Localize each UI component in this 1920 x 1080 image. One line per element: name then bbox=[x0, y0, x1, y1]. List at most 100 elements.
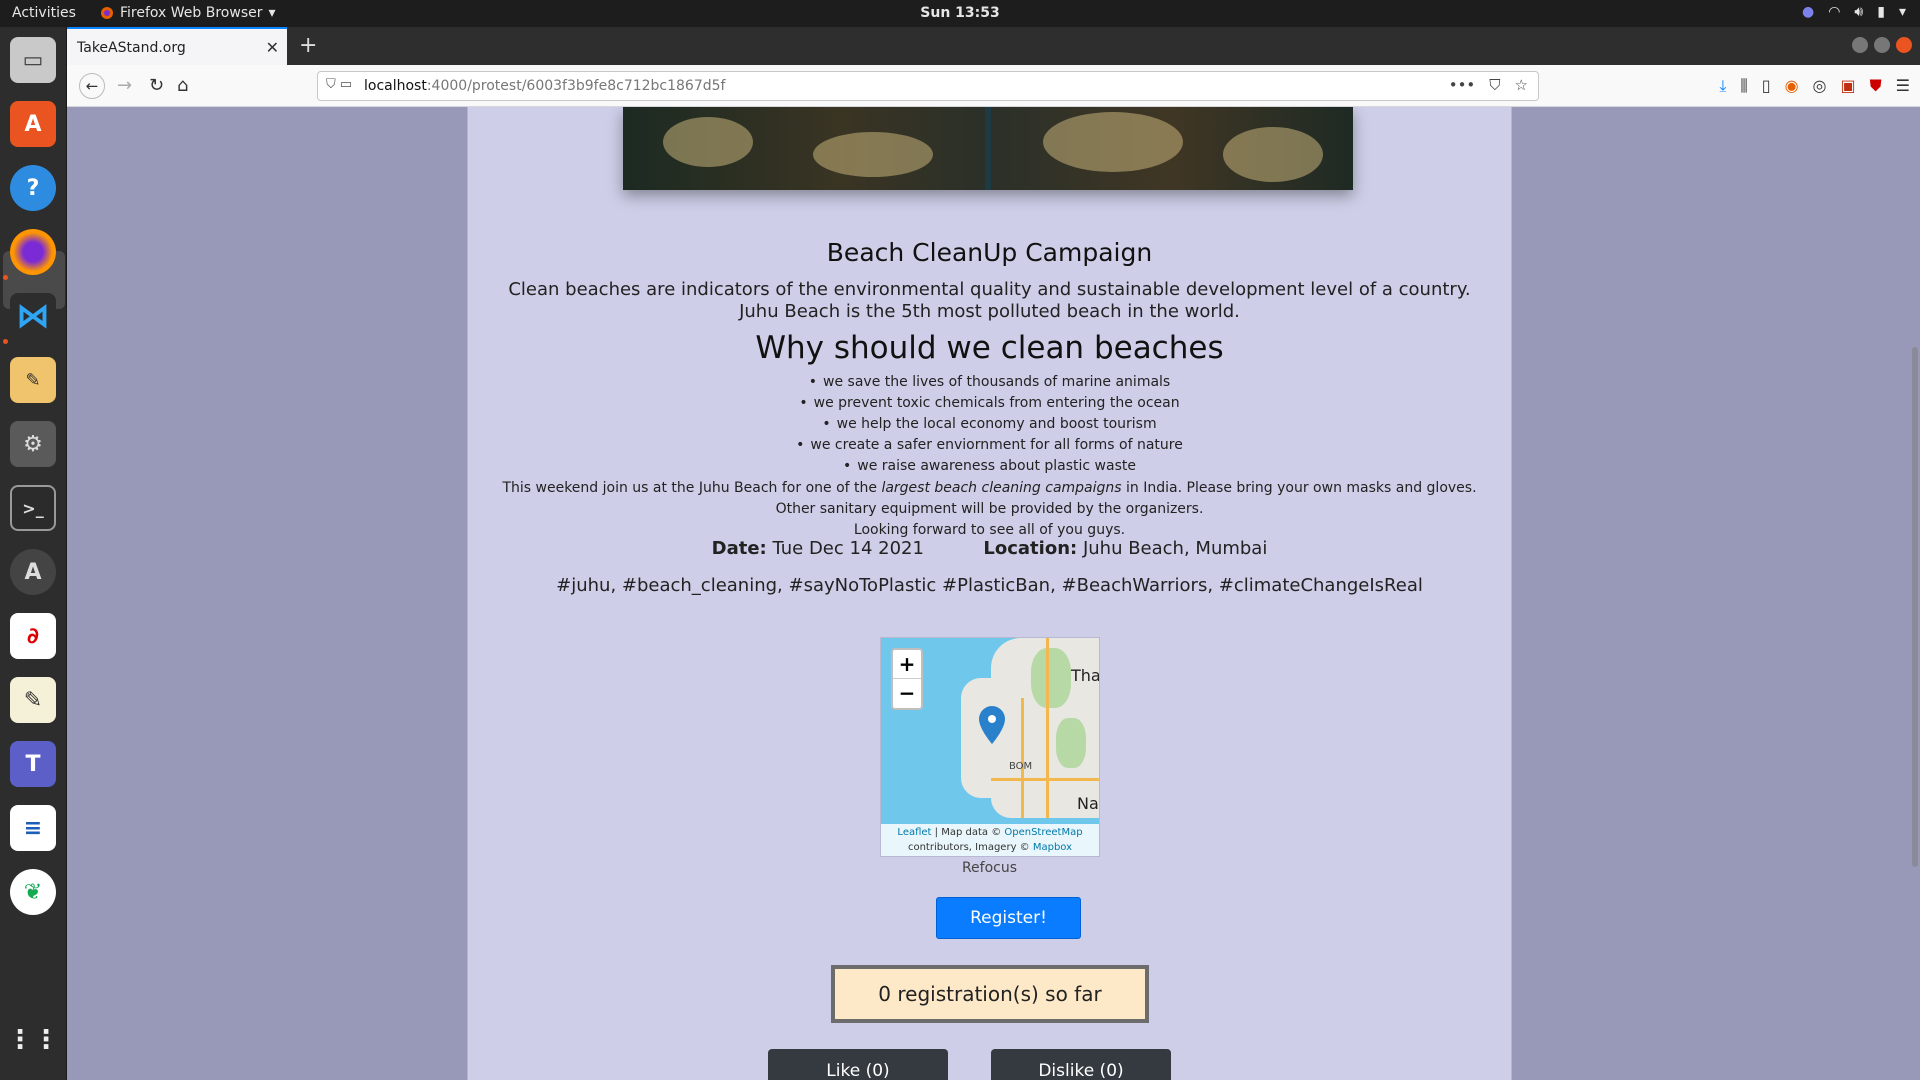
pocket-icon[interactable]: ⛉ bbox=[1489, 76, 1500, 94]
reasons-list: we save the lives of thousands of marine… bbox=[468, 372, 1511, 477]
description-line: Juhu Beach is the 5th most polluted beac… bbox=[739, 301, 1240, 322]
app-center-icon[interactable]: A bbox=[10, 101, 56, 147]
extension-icon[interactable]: ▣ bbox=[1841, 76, 1856, 96]
map-attribution: Leaflet | Map data © OpenStreetMap contr… bbox=[881, 824, 1099, 856]
refocus-link[interactable]: Refocus bbox=[468, 860, 1511, 876]
zoom-in-button[interactable]: + bbox=[893, 650, 921, 679]
hashtags: #juhu, #beach_cleaning, #sayNoToPlastic … bbox=[556, 575, 1423, 596]
browser-window: TakeAStand.org ✕ + ← → ↻ ⌂ ⛉ ▭ localhost… bbox=[67, 27, 1920, 1080]
location-value: Juhu Beach, Mumbai bbox=[1082, 538, 1268, 559]
tab-bar: TakeAStand.org ✕ + bbox=[67, 27, 1920, 65]
extension-icon[interactable]: ◉ bbox=[1785, 76, 1799, 96]
wifi-icon[interactable]: ◠ bbox=[1828, 4, 1840, 20]
sidebar-icon[interactable]: ▯ bbox=[1762, 76, 1771, 96]
scrollbar-thumb[interactable] bbox=[1912, 347, 1918, 867]
list-item: we prevent toxic chemicals from entering… bbox=[468, 393, 1511, 414]
vscode-icon[interactable]: ⋈ bbox=[10, 293, 56, 339]
terminal-icon[interactable]: >_ bbox=[10, 485, 56, 531]
firefox-icon[interactable] bbox=[10, 229, 56, 275]
description-line: Clean beaches are indicators of the envi… bbox=[508, 279, 1471, 300]
list-item: we create a safer enviornment for all fo… bbox=[468, 435, 1511, 456]
leaflet-link[interactable]: Leaflet bbox=[897, 827, 931, 838]
close-icon[interactable]: ✕ bbox=[266, 38, 279, 57]
volume-icon[interactable]: 🔊︎ bbox=[1854, 4, 1863, 20]
window-controls bbox=[1852, 37, 1912, 53]
text-editor-icon[interactable]: ✎ bbox=[10, 677, 56, 723]
system-tray[interactable]: ● ◠ 🔊︎ ▮ ▾ bbox=[1802, 4, 1906, 20]
page-scrollbar[interactable] bbox=[1910, 107, 1920, 1080]
location-label: Location: bbox=[983, 538, 1078, 559]
forward-icon[interactable]: → bbox=[117, 75, 132, 96]
minimize-icon[interactable] bbox=[1852, 37, 1868, 53]
osm-link[interactable]: OpenStreetMap bbox=[1004, 827, 1082, 838]
tracking-shield-icon[interactable]: ⛉ ▭ bbox=[326, 77, 352, 92]
why-heading: Why should we clean beaches bbox=[755, 330, 1224, 366]
bookmark-star-icon[interactable]: ☆ bbox=[1515, 76, 1528, 94]
ublock-icon[interactable]: ⛊ bbox=[1870, 76, 1882, 96]
dock: ▭ A ? ⋈ ✎ ⚙ >_ A ∂ ✎ T ≡ ❦ ⋮⋮ bbox=[0, 27, 67, 1080]
airport-label: BOM bbox=[1009, 761, 1033, 772]
teams-tray-icon[interactable]: ● bbox=[1802, 4, 1814, 20]
back-icon[interactable]: ← bbox=[79, 73, 105, 99]
map-label: Tha bbox=[1071, 666, 1100, 685]
toolbar-right: ⤓ ⫼ ▯ ◉ ◎ ▣ ⛊ ☰ bbox=[1719, 76, 1910, 96]
teams-icon[interactable]: T bbox=[10, 741, 56, 787]
zoom-out-button[interactable]: − bbox=[893, 679, 921, 708]
writer-icon[interactable]: ≡ bbox=[10, 805, 56, 851]
menu-icon[interactable]: ☰ bbox=[1896, 76, 1910, 96]
settings-icon[interactable]: ⚙ bbox=[10, 421, 56, 467]
mapbox-link[interactable]: Mapbox bbox=[1033, 842, 1072, 853]
drawing-app-icon[interactable]: ✎ bbox=[10, 357, 56, 403]
list-item: we save the lives of thousands of marine… bbox=[468, 372, 1511, 393]
system-top-bar: Activities Firefox Web Browser ▾ Sun 13:… bbox=[0, 0, 1920, 27]
software-updater-icon[interactable]: A bbox=[10, 549, 56, 595]
clock[interactable]: Sun 13:53 bbox=[0, 5, 1920, 21]
app-grid-icon[interactable]: ⋮⋮ bbox=[7, 1017, 59, 1063]
help-icon[interactable]: ? bbox=[10, 165, 56, 211]
list-item: we raise awareness about plastic waste bbox=[468, 456, 1511, 477]
protest-panel: Beach CleanUp Campaign Clean beaches are… bbox=[467, 107, 1512, 1080]
map-zoom-controls: + − bbox=[891, 648, 923, 710]
registration-count: 0 registration(s) so far bbox=[831, 965, 1149, 1023]
join-line: This weekend join us at the Juhu Beach f… bbox=[502, 480, 1477, 496]
mongodb-compass-icon[interactable]: ❦ bbox=[10, 869, 56, 915]
url-actions: ••• ⛉ ☆ bbox=[1449, 76, 1528, 94]
date-value: Tue Dec 14 2021 bbox=[772, 538, 924, 559]
running-indicator bbox=[3, 339, 8, 344]
date-label: Date: bbox=[711, 538, 767, 559]
url-bar[interactable]: ⛉ ▭ localhost:4000/protest/6003f3b9fe8c7… bbox=[317, 71, 1539, 101]
tab-active[interactable]: TakeAStand.org ✕ bbox=[67, 27, 287, 65]
account-icon[interactable]: ◎ bbox=[1813, 76, 1827, 96]
home-icon[interactable]: ⌂ bbox=[177, 75, 188, 96]
map-label: Na bbox=[1077, 794, 1099, 813]
tab-title: TakeAStand.org bbox=[77, 40, 186, 56]
library-icon[interactable]: ⫼ bbox=[1740, 76, 1747, 96]
files-icon[interactable]: ▭ bbox=[10, 37, 56, 83]
list-item: we help the local economy and boost tour… bbox=[468, 414, 1511, 435]
new-tab-icon[interactable]: + bbox=[299, 33, 317, 58]
join-message: This weekend join us at the Juhu Beach f… bbox=[468, 478, 1511, 541]
location-map[interactable]: + − Tha Na BOM Leaflet | Map data © Open… bbox=[880, 637, 1100, 857]
page-viewport: Beach CleanUp Campaign Clean beaches are… bbox=[67, 107, 1920, 1080]
event-meta: Date: Tue Dec 14 2021 Location: Juhu Bea… bbox=[468, 538, 1511, 559]
navigation-toolbar: ← → ↻ ⌂ ⛉ ▭ localhost:4000/protest/6003f… bbox=[67, 65, 1920, 107]
map-marker-icon[interactable] bbox=[979, 706, 1005, 744]
close-window-icon[interactable] bbox=[1896, 37, 1912, 53]
dislike-button[interactable]: Dislike (0) bbox=[991, 1049, 1171, 1080]
join-line: Other sanitary equipment will be provide… bbox=[775, 501, 1204, 517]
chevron-down-icon[interactable]: ▾ bbox=[1899, 4, 1906, 20]
download-icon[interactable]: ⤓ bbox=[1719, 76, 1726, 96]
page-title: Beach CleanUp Campaign bbox=[826, 238, 1153, 267]
running-indicator bbox=[3, 275, 8, 280]
url-text[interactable]: localhost:4000/protest/6003f3b9fe8c712bc… bbox=[364, 78, 725, 94]
reload-icon[interactable]: ↻ bbox=[149, 75, 164, 96]
like-button[interactable]: Like (0) bbox=[768, 1049, 948, 1080]
more-actions-icon[interactable]: ••• bbox=[1449, 76, 1476, 94]
maximize-icon[interactable] bbox=[1874, 37, 1890, 53]
pdf-viewer-icon[interactable]: ∂ bbox=[10, 613, 56, 659]
hero-image bbox=[623, 107, 1353, 190]
hero-road bbox=[985, 107, 991, 190]
description: Clean beaches are indicators of the envi… bbox=[468, 279, 1511, 323]
battery-icon[interactable]: ▮ bbox=[1877, 4, 1885, 20]
register-button[interactable]: Register! bbox=[936, 897, 1081, 939]
